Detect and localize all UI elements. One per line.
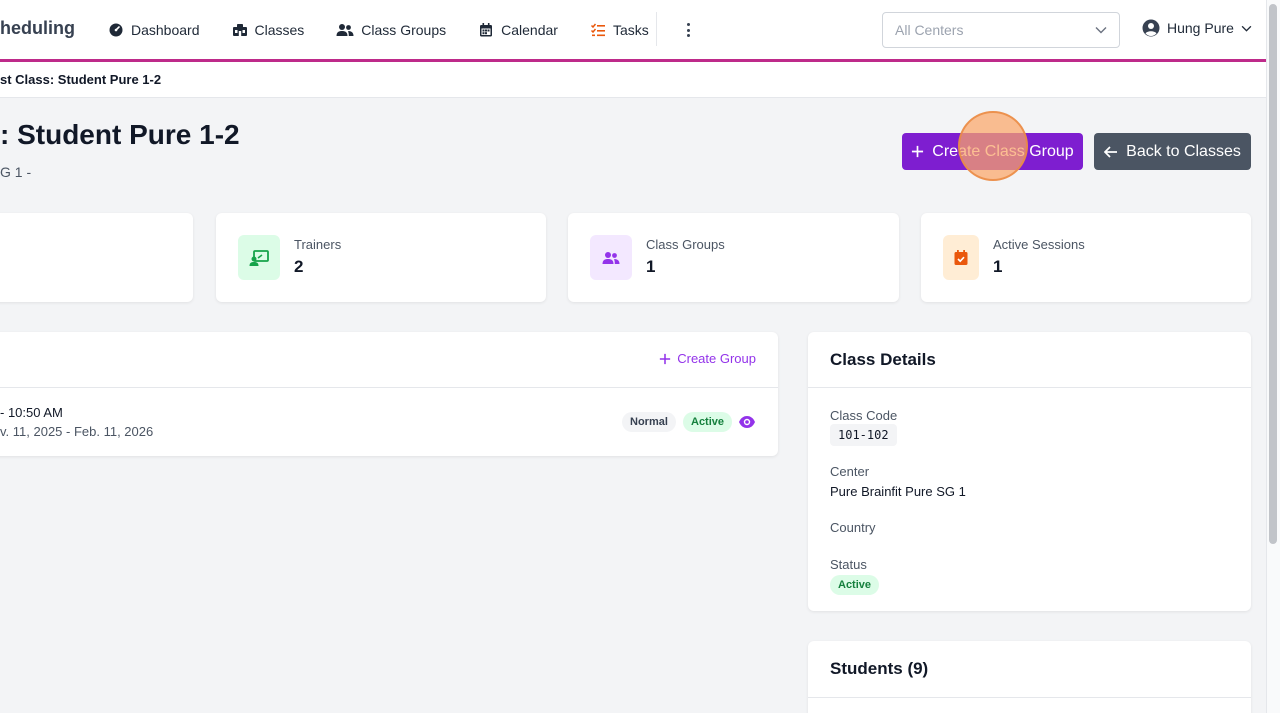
nav-divider	[656, 12, 657, 46]
arrow-left-icon	[1104, 145, 1118, 158]
create-group-link[interactable]: Create Group	[659, 351, 756, 366]
create-class-group-button[interactable]: Create Class Group	[902, 133, 1083, 170]
chevron-down-icon	[1095, 27, 1107, 34]
class-groups-header: Create Group	[0, 332, 778, 388]
plus-icon	[912, 145, 924, 158]
app-brand[interactable]: heduling	[0, 18, 75, 39]
classes-icon	[232, 24, 247, 36]
nav-label: Calendar	[501, 22, 558, 38]
user-menu[interactable]: Hung Pure	[1142, 19, 1252, 37]
plus-icon	[660, 353, 671, 364]
divider	[808, 387, 1251, 388]
students-panel: Students (9)	[808, 641, 1251, 713]
stat-card-active-sessions: Active Sessions 1	[921, 213, 1251, 302]
create-class-group-label: Create Class Group	[932, 142, 1074, 160]
nav-item-tasks[interactable]: Tasks	[590, 22, 649, 38]
back-to-classes-button[interactable]: Back to Classes	[1094, 133, 1251, 170]
center-select[interactable]: All Centers	[882, 12, 1120, 48]
students-title: Students (9)	[830, 659, 929, 678]
class-details-title: Class Details	[830, 350, 936, 369]
stat-value: 2	[294, 257, 304, 276]
eye-icon[interactable]	[738, 414, 756, 430]
nav-item-class-groups[interactable]: Class Groups	[336, 22, 446, 38]
stat-value: 1	[646, 257, 656, 276]
stat-card-partial	[0, 213, 193, 302]
group-type-badge: Normal	[622, 412, 676, 432]
stat-card-class-groups: Class Groups 1	[568, 213, 899, 302]
calendar-check-icon	[943, 235, 979, 280]
nav-label: Dashboard	[131, 22, 200, 38]
class-details-panel: Class Details Class Code 101-102 Center …	[808, 332, 1251, 611]
group-status-badge: Active	[683, 412, 733, 432]
nav-item-classes[interactable]: Classes	[232, 22, 305, 38]
country-label: Country	[830, 520, 876, 535]
back-to-classes-label: Back to Classes	[1126, 142, 1241, 160]
kebab-menu-icon[interactable]	[680, 20, 696, 40]
page-title: : Student Pure 1-2	[0, 119, 240, 150]
stat-card-trainers: Trainers 2	[216, 213, 546, 302]
status-label: Status	[830, 557, 867, 572]
nav-label: Class Groups	[361, 22, 447, 38]
status-badge: Active	[830, 575, 880, 595]
class-code-label: Class Code	[830, 408, 898, 423]
group-dates: v. 11, 2025 - Feb. 11, 2026	[0, 424, 154, 439]
user-avatar-icon	[1142, 19, 1160, 37]
group-time: - 10:50 AM	[0, 405, 63, 420]
stat-value: 1	[993, 257, 1003, 276]
center-select-value: All Centers	[895, 22, 964, 38]
user-name: Hung Pure	[1167, 20, 1234, 36]
stat-label: Class Groups	[646, 237, 725, 252]
divider	[808, 697, 1251, 698]
users-icon	[590, 235, 632, 280]
nav-items: Dashboard Classes Class Groups Calendar …	[108, 0, 681, 60]
nav-label: Classes	[254, 22, 305, 38]
breadcrumb: st Class: Student Pure 1-2	[0, 62, 1266, 98]
nav-label: Tasks	[612, 22, 649, 38]
scrollbar-thumb[interactable]	[1269, 4, 1277, 544]
stat-label: Active Sessions	[993, 237, 1085, 252]
top-navbar: heduling Dashboard Classes Class Groups …	[0, 0, 1266, 60]
stat-label: Trainers	[294, 237, 342, 252]
dashboard-icon	[109, 23, 123, 37]
nav-item-dashboard[interactable]: Dashboard	[108, 22, 200, 38]
class-code-value: 101-102	[830, 424, 897, 446]
users-icon	[336, 24, 354, 36]
center-label: Center	[830, 464, 870, 479]
trainer-icon	[238, 235, 280, 280]
breadcrumb-current: st Class: Student Pure 1-2	[0, 72, 162, 87]
tasks-icon	[590, 23, 605, 37]
chevron-down-icon	[1241, 25, 1252, 32]
page-subtitle: G 1 -	[0, 164, 32, 180]
center-value: Pure Brainfit Pure SG 1	[830, 484, 966, 499]
nav-item-calendar[interactable]: Calendar	[478, 22, 558, 38]
calendar-icon	[480, 23, 493, 37]
class-groups-panel: Create Group - 10:50 AM v. 11, 2025 - Fe…	[0, 332, 778, 456]
create-group-label: Create Group	[677, 351, 756, 366]
